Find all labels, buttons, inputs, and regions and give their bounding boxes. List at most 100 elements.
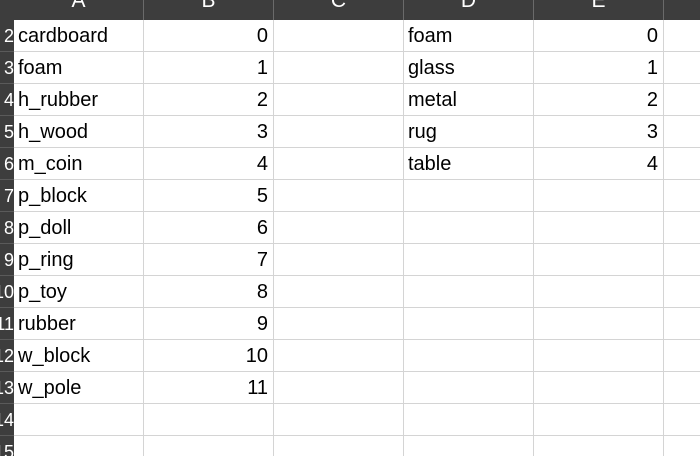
cell-d[interactable]: [404, 404, 534, 436]
cell-b[interactable]: 1: [144, 52, 274, 84]
column-header-e[interactable]: E: [534, 0, 664, 20]
cell-a[interactable]: p_block: [14, 180, 144, 212]
cell-c[interactable]: [274, 436, 404, 456]
cell-e[interactable]: 4: [534, 148, 664, 180]
cell-b[interactable]: 8: [144, 276, 274, 308]
cell-b[interactable]: [144, 404, 274, 436]
cell-c[interactable]: [274, 276, 404, 308]
row-header[interactable]: 10: [0, 276, 14, 308]
row-header[interactable]: 11: [0, 308, 14, 340]
cell-b[interactable]: 0: [144, 20, 274, 52]
cell-f[interactable]: [664, 340, 700, 372]
cell-e[interactable]: 1: [534, 52, 664, 84]
row-header[interactable]: 7: [0, 180, 14, 212]
cell-c[interactable]: [274, 404, 404, 436]
cell-c[interactable]: [274, 372, 404, 404]
cell-d[interactable]: metal: [404, 84, 534, 116]
cell-e[interactable]: [534, 404, 664, 436]
cell-a[interactable]: rubber: [14, 308, 144, 340]
column-header-a[interactable]: A: [14, 0, 144, 20]
row-header[interactable]: 13: [0, 372, 14, 404]
cell-b[interactable]: 7: [144, 244, 274, 276]
cell-a[interactable]: [14, 436, 144, 456]
cell-d[interactable]: foam: [404, 20, 534, 52]
cell-a[interactable]: cardboard: [14, 20, 144, 52]
cell-e[interactable]: [534, 180, 664, 212]
cell-f[interactable]: [664, 276, 700, 308]
cell-a[interactable]: m_coin: [14, 148, 144, 180]
cell-c[interactable]: [274, 212, 404, 244]
cell-e[interactable]: 0: [534, 20, 664, 52]
cell-f[interactable]: [664, 308, 700, 340]
cell-c[interactable]: [274, 84, 404, 116]
cell-d[interactable]: [404, 180, 534, 212]
row-header[interactable]: 6: [0, 148, 14, 180]
cell-e[interactable]: 2: [534, 84, 664, 116]
cell-c[interactable]: [274, 244, 404, 276]
row-header[interactable]: 15: [0, 436, 14, 456]
cell-e[interactable]: [534, 436, 664, 456]
cell-f[interactable]: [664, 52, 700, 84]
cell-e[interactable]: [534, 308, 664, 340]
row-header[interactable]: 8: [0, 212, 14, 244]
cell-f[interactable]: [664, 116, 700, 148]
cell-d[interactable]: [404, 244, 534, 276]
cell-f[interactable]: [664, 212, 700, 244]
cell-b[interactable]: [144, 436, 274, 456]
cell-c[interactable]: [274, 148, 404, 180]
cell-b[interactable]: 2: [144, 84, 274, 116]
cell-d[interactable]: table: [404, 148, 534, 180]
row-header[interactable]: 9: [0, 244, 14, 276]
cell-a[interactable]: h_wood: [14, 116, 144, 148]
cell-b[interactable]: 9: [144, 308, 274, 340]
cell-e[interactable]: [534, 276, 664, 308]
cell-c[interactable]: [274, 308, 404, 340]
column-header-c[interactable]: C: [274, 0, 404, 20]
cell-d[interactable]: [404, 340, 534, 372]
cell-d[interactable]: [404, 436, 534, 456]
cell-d[interactable]: [404, 212, 534, 244]
cell-e[interactable]: [534, 372, 664, 404]
row-header[interactable]: 4: [0, 84, 14, 116]
cell-a[interactable]: w_pole: [14, 372, 144, 404]
cell-a[interactable]: foam: [14, 52, 144, 84]
cell-d[interactable]: [404, 276, 534, 308]
cell-a[interactable]: p_ring: [14, 244, 144, 276]
cell-c[interactable]: [274, 180, 404, 212]
cell-e[interactable]: 3: [534, 116, 664, 148]
cell-f[interactable]: [664, 148, 700, 180]
cell-a[interactable]: p_doll: [14, 212, 144, 244]
cell-b[interactable]: 6: [144, 212, 274, 244]
cell-f[interactable]: [664, 404, 700, 436]
cell-f[interactable]: [664, 372, 700, 404]
cell-d[interactable]: [404, 372, 534, 404]
cell-b[interactable]: 11: [144, 372, 274, 404]
column-header-b[interactable]: B: [144, 0, 274, 20]
cell-d[interactable]: rug: [404, 116, 534, 148]
cell-c[interactable]: [274, 52, 404, 84]
cell-a[interactable]: p_toy: [14, 276, 144, 308]
cell-b[interactable]: 4: [144, 148, 274, 180]
cell-c[interactable]: [274, 340, 404, 372]
cell-a[interactable]: h_rubber: [14, 84, 144, 116]
row-header[interactable]: 12: [0, 340, 14, 372]
column-header-d[interactable]: D: [404, 0, 534, 20]
row-header[interactable]: 2: [0, 20, 14, 52]
cell-f[interactable]: [664, 84, 700, 116]
cell-b[interactable]: 5: [144, 180, 274, 212]
cell-f[interactable]: [664, 244, 700, 276]
cell-a[interactable]: [14, 404, 144, 436]
cell-e[interactable]: [534, 212, 664, 244]
cell-e[interactable]: [534, 244, 664, 276]
cell-e[interactable]: [534, 340, 664, 372]
cell-f[interactable]: [664, 20, 700, 52]
cell-f[interactable]: [664, 180, 700, 212]
cell-d[interactable]: [404, 308, 534, 340]
cell-c[interactable]: [274, 20, 404, 52]
row-header[interactable]: 5: [0, 116, 14, 148]
cell-d[interactable]: glass: [404, 52, 534, 84]
cell-f[interactable]: [664, 436, 700, 456]
cell-a[interactable]: w_block: [14, 340, 144, 372]
row-header[interactable]: 14: [0, 404, 14, 436]
row-header[interactable]: 3: [0, 52, 14, 84]
